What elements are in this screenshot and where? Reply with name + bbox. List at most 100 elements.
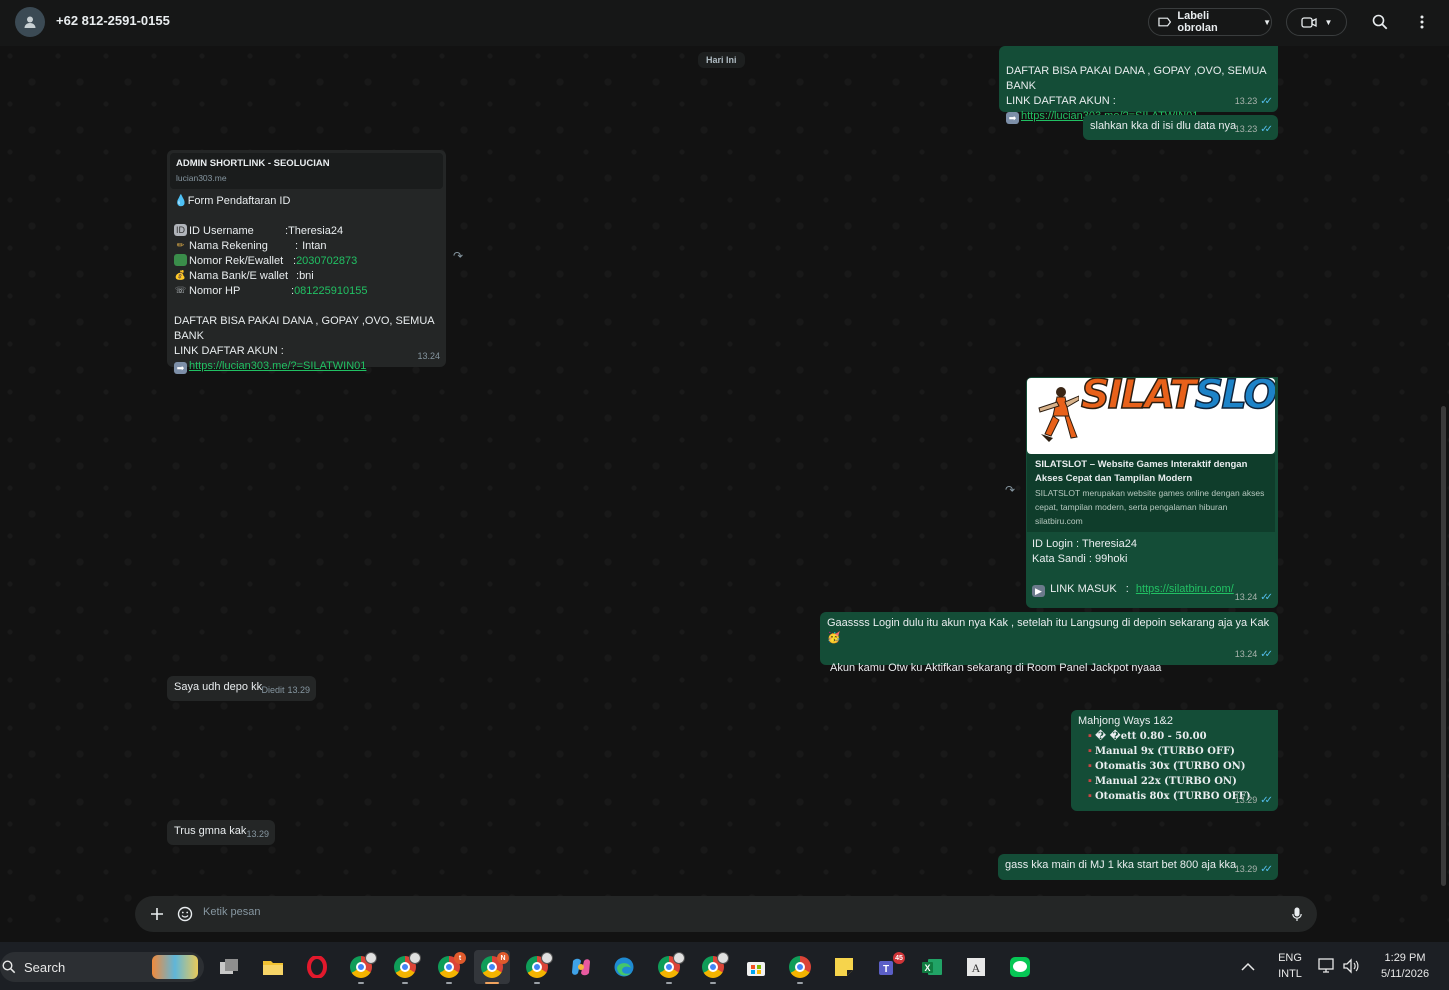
svg-text:T: T xyxy=(883,964,889,975)
link-label: LINK MASUK xyxy=(1050,583,1117,595)
message-meta: 13.24 ✓✓ xyxy=(1235,647,1273,662)
menu-dots-icon[interactable] xyxy=(1412,12,1432,32)
field-value: Theresia24 xyxy=(288,225,344,237)
form-field-row: ID ID Username : Theresia24 xyxy=(174,224,440,239)
id-card-icon: ID xyxy=(174,224,187,236)
excel-icon[interactable]: X xyxy=(914,950,950,984)
search-icon[interactable] xyxy=(1370,12,1390,32)
taskbar-search[interactable]: Search xyxy=(0,952,204,982)
message-outgoing[interactable]: Gaassss Login dulu itu akun nya Kak , se… xyxy=(820,612,1278,674)
double-check-icon: ✓✓ xyxy=(1260,864,1273,875)
chrome-icon[interactable]: t xyxy=(431,950,467,984)
language-indicator[interactable]: ENG INTL xyxy=(1270,950,1310,982)
search-highlight-icon xyxy=(152,955,198,979)
message-meta: 13.29 xyxy=(246,827,269,842)
label-chat-text: Labeli obrolan xyxy=(1177,10,1218,34)
message-text: Kata Sandi : 99hoki xyxy=(1032,553,1128,565)
person-icon xyxy=(24,16,36,28)
contact-avatar[interactable] xyxy=(15,7,45,37)
message-incoming[interactable]: ADMIN SHORTLINK - SEOLUCIAN lucian303.me… xyxy=(167,150,446,374)
forward-icon[interactable]: ↷ xyxy=(453,249,463,263)
teams-icon[interactable]: T 45 xyxy=(870,950,906,984)
message-time: 13.29 xyxy=(1234,864,1258,874)
font-viewer-icon[interactable]: A xyxy=(958,950,994,984)
line-icon[interactable] xyxy=(1002,950,1038,984)
svg-text:X: X xyxy=(924,963,930,973)
file-explorer-icon[interactable] xyxy=(255,950,291,984)
keyboard-layout: INTL xyxy=(1278,968,1302,980)
preview-description: SILATSLOT merupakan website games online… xyxy=(1035,488,1265,512)
profile-badge-icon xyxy=(409,952,421,964)
edited-label: Diedit xyxy=(261,685,285,695)
double-check-icon: ✓✓ xyxy=(1260,124,1273,135)
forward-icon[interactable]: ↷ xyxy=(1005,483,1015,497)
link-sep: : xyxy=(1125,583,1129,595)
message-incoming[interactable]: Saya udh depo kk Diedit 13.29 xyxy=(167,676,316,701)
video-call-button[interactable]: ▼ xyxy=(1286,8,1347,36)
field-value[interactable]: 2030702873 xyxy=(296,254,357,269)
message-incoming[interactable]: Trus gmna kak 13.29 xyxy=(167,820,275,845)
chat-area[interactable]: Hari Ini DAFTAR BISA PAKAI DANA , GOPAY … xyxy=(0,46,1449,942)
message-link[interactable]: https://silatbiru.com/ xyxy=(1136,583,1234,595)
message-outgoing[interactable]: DAFTAR BISA PAKAI DANA , GOPAY ,OVO, SEM… xyxy=(999,46,1278,124)
label-chat-button[interactable]: Labeli obrolan ▼ xyxy=(1148,8,1272,36)
chevron-up-icon[interactable] xyxy=(1241,959,1255,977)
message-meta: 13.23 ✓✓ xyxy=(1235,122,1273,137)
message-time: 13.29 xyxy=(246,829,269,839)
message-outgoing[interactable]: gass kka main di MJ 1 kka start bet 800 … xyxy=(998,854,1278,880)
chevron-down-icon: ▼ xyxy=(1263,17,1271,27)
network-icon[interactable] xyxy=(1318,957,1336,980)
telephone-icon: ☏ xyxy=(174,285,187,295)
mahjong-row: ▪ Manual 22x (TURBO ON) xyxy=(1088,775,1237,787)
taskbar-search-label: Search xyxy=(24,959,66,975)
clock[interactable]: 1:29 PM 5/11/2026 xyxy=(1369,950,1441,982)
message-outgoing[interactable]: Mahjong Ways 1&2 ▪ � �ett 0.80 - 50.00 ▪… xyxy=(1071,710,1278,811)
chrome-icon[interactable] xyxy=(519,950,555,984)
microsoft-store-icon[interactable] xyxy=(738,950,774,984)
message-outgoing[interactable]: slahkan kka di isi dlu data nya 13.23 ✓✓ xyxy=(1083,115,1278,140)
contact-name[interactable]: +62 812-2591-0155 xyxy=(56,13,170,28)
message-meta: 13.23 ✓✓ xyxy=(1235,94,1273,109)
chrome-icon[interactable] xyxy=(343,950,379,984)
double-check-icon: ✓✓ xyxy=(1260,96,1273,107)
field-value: bni xyxy=(299,270,314,282)
money-icon xyxy=(174,254,187,266)
svg-text:A: A xyxy=(972,961,981,975)
field-label: Nama Rekening xyxy=(189,240,268,252)
field-value[interactable]: 081225910155 xyxy=(294,284,367,299)
chrome-icon[interactable] xyxy=(782,950,818,984)
copilot-icon[interactable] xyxy=(563,950,599,984)
edge-icon[interactable] xyxy=(606,950,642,984)
chat-header: +62 812-2591-0155 Labeli obrolan ▼ ▼ xyxy=(0,0,1449,46)
message-link[interactable]: https://lucian303.me/?=SILATWIN01 xyxy=(189,360,366,372)
sticky-notes-icon[interactable] xyxy=(826,950,862,984)
search-icon xyxy=(2,960,16,974)
message-meta: 13.24 xyxy=(417,349,440,364)
plus-icon[interactable] xyxy=(147,904,167,924)
message-text: DAFTAR BISA PAKAI DANA , GOPAY ,OVO, SEM… xyxy=(1006,65,1266,92)
chat-scrollbar[interactable] xyxy=(1441,406,1446,886)
windows-taskbar: Search t N T 45 X A ENG INTL 1:29 PM 5/11… xyxy=(0,942,1449,990)
sticker-icon[interactable] xyxy=(175,904,195,924)
message-text: Mahjong Ways 1&2 xyxy=(1078,715,1173,727)
label-icon xyxy=(1158,17,1172,27)
chrome-icon[interactable] xyxy=(651,950,687,984)
chrome-icon[interactable] xyxy=(387,950,423,984)
arrow-right-icon: ➡ xyxy=(1006,112,1019,124)
volume-icon[interactable] xyxy=(1342,957,1360,980)
microphone-icon[interactable] xyxy=(1287,904,1307,924)
opera-icon[interactable] xyxy=(299,950,335,984)
play-icon: ▶ xyxy=(1032,585,1045,597)
mahjong-row: ▪ � �ett 0.80 - 50.00 xyxy=(1088,730,1207,742)
chrome-icon[interactable]: N xyxy=(474,950,510,984)
link-preview[interactable]: SILATSLOT – Website Games Interaktif den… xyxy=(1027,454,1275,532)
task-view-icon[interactable] xyxy=(211,950,247,984)
link-preview[interactable]: ADMIN SHORTLINK - SEOLUCIAN lucian303.me xyxy=(170,153,443,189)
message-outgoing[interactable]: SILATSLOT SILATSLOT – Website Games Inte… xyxy=(1026,377,1278,608)
chrome-icon[interactable] xyxy=(695,950,731,984)
fighter-illustration xyxy=(1038,387,1079,442)
silatslot-logo-image[interactable]: SILATSLOT xyxy=(1027,378,1275,454)
mahjong-row: ▪ Otomatis 30x (TURBO ON) xyxy=(1088,760,1246,772)
message-input[interactable] xyxy=(203,906,1203,918)
double-check-icon: ✓✓ xyxy=(1260,649,1273,660)
